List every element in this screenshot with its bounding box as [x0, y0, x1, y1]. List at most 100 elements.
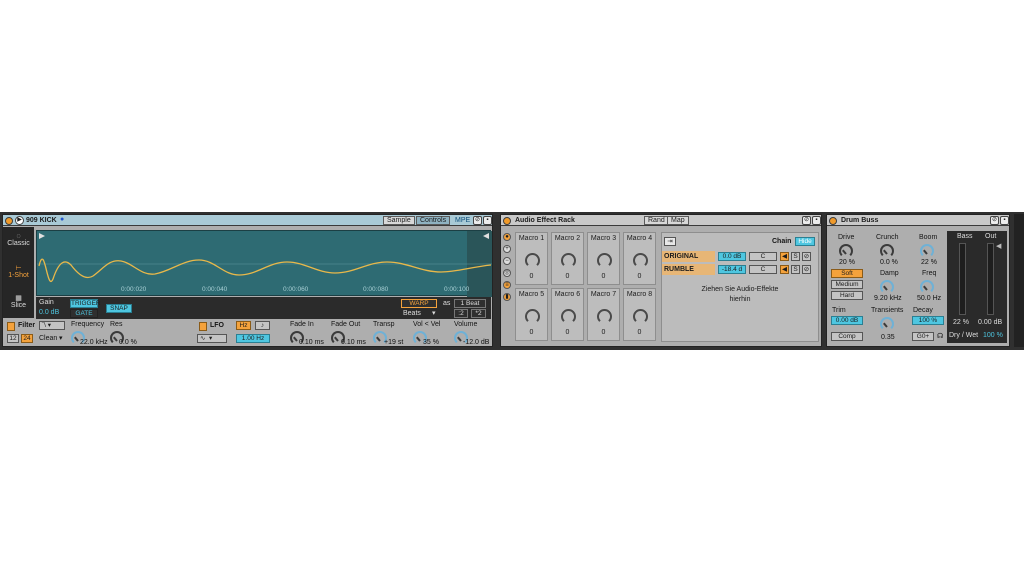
macro-dial[interactable]	[633, 309, 648, 324]
lfo-toggle[interactable]	[199, 322, 207, 331]
transients-knob[interactable]	[880, 317, 894, 331]
chain-solo-button[interactable]: S	[791, 265, 800, 274]
speaker-icon[interactable]: ◀	[780, 265, 789, 274]
settings-icon[interactable]: ⊘	[802, 216, 811, 225]
filter-toggle[interactable]	[7, 322, 15, 331]
out-gain-arrow-icon[interactable]: ◀	[996, 243, 1001, 251]
medium-button[interactable]: Medium	[831, 280, 863, 289]
tab-sample[interactable]: Sample	[383, 216, 415, 225]
mode-slice[interactable]: ▦ Slice	[3, 294, 34, 318]
lfo-hz-button[interactable]: Hz	[236, 321, 251, 330]
rand-button[interactable]: Rand	[644, 216, 669, 225]
boom-audition-button[interactable]: G0+	[912, 332, 934, 341]
macro-dial[interactable]	[597, 253, 612, 268]
settings-icon[interactable]: ⊘	[990, 216, 999, 225]
soft-button[interactable]: Soft	[831, 269, 863, 278]
volvel-value[interactable]: 35 %	[423, 339, 439, 347]
macro-knob-7[interactable]: Macro 7 0	[587, 288, 620, 341]
chain-solo-button[interactable]: S	[791, 252, 800, 261]
chain-list-icon[interactable]: ≡	[503, 281, 511, 289]
macro-dial[interactable]	[597, 309, 612, 324]
chain-volume[interactable]: 0.0 dB	[718, 252, 746, 261]
device-view-icon[interactable]: ▮	[503, 293, 511, 301]
add-icon[interactable]: +	[503, 245, 511, 253]
drumbuss-activator-button[interactable]	[829, 217, 837, 225]
warp-mode-select[interactable]: Beats	[403, 310, 421, 318]
boom-knob[interactable]	[920, 244, 934, 258]
map-button[interactable]: Map	[667, 216, 689, 225]
headphones-icon[interactable]: ☊	[937, 333, 943, 341]
frequency-value[interactable]: 22.0 kHz	[80, 339, 108, 347]
macro-knob-1[interactable]: Macro 1 0	[515, 232, 548, 285]
decay-field[interactable]: 100 %	[912, 316, 944, 325]
double-length-button[interactable]: *2	[471, 309, 486, 318]
volume-value[interactable]: -12.0 dB	[463, 339, 489, 347]
macro-dial[interactable]	[633, 253, 648, 268]
trim-field[interactable]: 0.00 dB	[831, 316, 863, 325]
chain-name[interactable]: RUMBLE	[662, 264, 715, 275]
device-activator-button[interactable]	[5, 217, 13, 225]
mode-oneshot[interactable]: ⊢ 1-Shot	[3, 264, 34, 288]
macro-view-icon[interactable]: ●	[503, 233, 511, 241]
remove-icon[interactable]: −	[503, 257, 511, 265]
macro-knob-6[interactable]: Macro 6 0	[551, 288, 584, 341]
damp-knob[interactable]	[880, 280, 894, 294]
save-icon[interactable]: ▪	[483, 216, 492, 225]
gain-value[interactable]: 0.0 dB	[39, 309, 59, 317]
damp-value[interactable]: 9.20 kHz	[874, 295, 902, 303]
crunch-knob[interactable]	[880, 244, 894, 258]
drywet-value[interactable]: 100 %	[983, 332, 1003, 340]
fadeout-value[interactable]: 0.10 ms	[341, 339, 366, 347]
macro-dial[interactable]	[525, 253, 540, 268]
chain-power-icon[interactable]: ⊘	[802, 265, 811, 274]
macro-dial[interactable]	[561, 253, 576, 268]
speaker-icon[interactable]: ◀	[780, 252, 789, 261]
boom-value[interactable]: 22 %	[921, 259, 937, 267]
device-drop-area[interactable]: Ziehen Sie Audio-Effekte hierhin	[661, 285, 819, 315]
waveform-display[interactable]: 0:00:020 0:00:040 0:00:060 0:00:080 0:00…	[36, 230, 492, 297]
crunch-value[interactable]: 0.0 %	[880, 259, 898, 267]
chain-name[interactable]: ORIGINAL	[662, 251, 715, 262]
macro-knob-5[interactable]: Macro 5 0	[515, 288, 548, 341]
filter-type-select[interactable]: ‾\ ▾	[39, 321, 65, 330]
macro-dial[interactable]	[561, 309, 576, 324]
slope-24-button[interactable]: 24	[21, 334, 33, 343]
mode-classic[interactable]: ◌ Classic	[3, 233, 34, 257]
chain-pan[interactable]: C	[749, 265, 777, 274]
lfo-rate-field[interactable]: 1.00 Hz	[236, 334, 270, 343]
chain-row[interactable]: RUMBLE -18.4 d C ◀ S ⊘	[662, 264, 818, 275]
transients-value[interactable]: 0.35	[881, 334, 895, 342]
randomize-icon[interactable]: ◎	[503, 269, 511, 277]
macro-knob-2[interactable]: Macro 2 0	[551, 232, 584, 285]
half-length-button[interactable]: :2	[454, 309, 468, 318]
drive-knob[interactable]	[839, 244, 853, 258]
save-icon[interactable]: ▪	[1000, 216, 1009, 225]
transp-value[interactable]: +19 st	[384, 339, 403, 347]
lfo-wave-select[interactable]: ∿ ▾	[197, 334, 227, 343]
chain-row[interactable]: ORIGINAL 0.0 dB C ◀ S ⊘	[662, 251, 818, 262]
fadein-value[interactable]: 0.10 ms	[299, 339, 324, 347]
gate-button[interactable]: GATE	[70, 309, 98, 318]
chain-pan[interactable]: C	[749, 252, 777, 261]
hard-button[interactable]: Hard	[831, 291, 863, 300]
snap-button[interactable]: SNAP	[106, 304, 132, 313]
comp-button[interactable]: Comp	[831, 332, 863, 341]
chain-power-icon[interactable]: ⊘	[802, 252, 811, 261]
lfo-sync-button[interactable]: ♪	[255, 321, 270, 330]
macro-dial[interactable]	[525, 309, 540, 324]
chain-routing-icon[interactable]: ⇥	[664, 237, 676, 246]
hide-chains-button[interactable]: Hide	[795, 237, 815, 246]
trigger-button[interactable]: TRIGGER	[70, 299, 101, 308]
warp-button[interactable]: WARP	[401, 299, 437, 308]
filter-circuit-select[interactable]: Clean	[39, 335, 57, 343]
macro-knob-8[interactable]: Macro 8 0	[623, 288, 656, 341]
chain-volume[interactable]: -18.4 d	[718, 265, 746, 274]
settings-icon[interactable]: ⊘	[473, 216, 482, 225]
save-icon[interactable]: ▪	[812, 216, 821, 225]
tab-controls[interactable]: Controls	[416, 216, 451, 225]
macro-knob-4[interactable]: Macro 4 0	[623, 232, 656, 285]
drive-value[interactable]: 20 %	[839, 259, 855, 267]
rack-activator-button[interactable]	[503, 217, 511, 225]
freq-knob[interactable]	[920, 280, 934, 294]
macro-knob-3[interactable]: Macro 3 0	[587, 232, 620, 285]
